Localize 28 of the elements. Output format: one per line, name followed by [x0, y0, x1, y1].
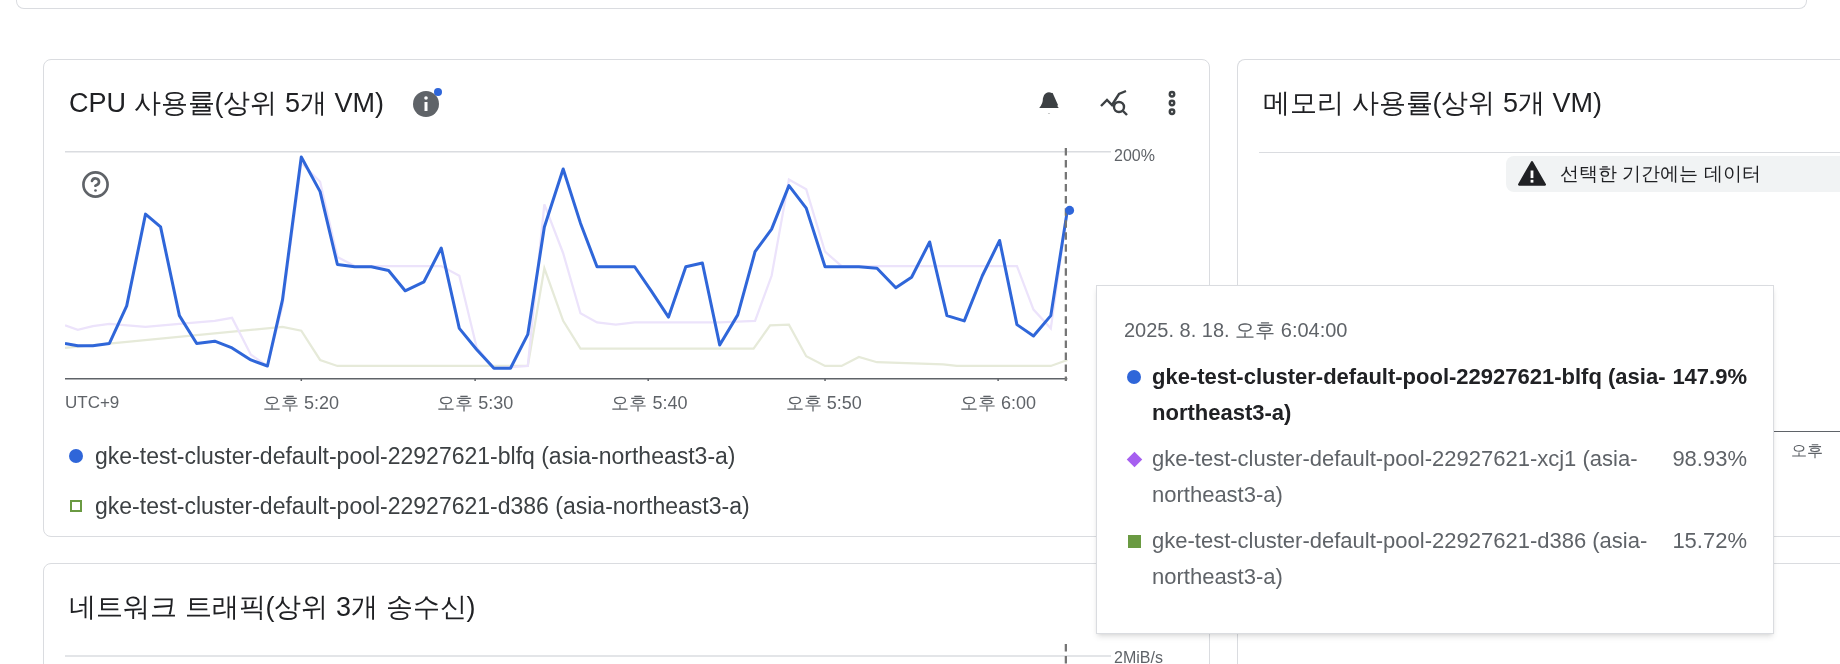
- axis-label: 오후 5:30: [437, 392, 514, 415]
- series-name: gke-test-cluster-default-pool-22927621-d386 (asia-northeast3-a): [1152, 527, 1649, 591]
- axis-label: UTC+9: [65, 392, 120, 414]
- axis-label: 오후 5:20: [263, 392, 339, 415]
- card-title: CPU 사용률(상위 5개 VM): [69, 87, 384, 120]
- axis-label: 오후 6:00: [960, 392, 1036, 415]
- axis-label: 오후: [1791, 441, 1823, 461]
- cursor-line: [1064, 644, 1067, 664]
- axis-label: 오후 5:50: [785, 392, 862, 415]
- series-value: 98.93%: [1672, 445, 1747, 473]
- tooltip-time: 2025. 8. 18. 오후 6:04:00: [1124, 318, 1349, 343]
- card-title: 메모리 사용률(상위 5개 VM): [1263, 87, 1602, 120]
- axis-label: 오후 5:40: [611, 392, 688, 415]
- warning-icon: [1518, 160, 1546, 188]
- data-point: [1065, 205, 1075, 215]
- legend-label: gke-test-cluster-default-pool-22927621-d386 (asia-northeast3-a): [95, 491, 750, 521]
- chart-search-icon[interactable]: [1099, 88, 1129, 118]
- notice-text: 선택한 기간에는 데이터: [1560, 161, 1761, 186]
- series-name: gke-test-cluster-default-pool-22927621-blfq (asia-northeast3-a): [1152, 363, 1667, 427]
- info-icon[interactable]: [412, 87, 444, 119]
- series-value: 147.9%: [1672, 363, 1747, 391]
- axis-label: 200%: [1114, 146, 1155, 166]
- series-value: 15.72%: [1672, 527, 1747, 555]
- series-name: gke-test-cluster-default-pool-22927621-xcj1 (asia-northeast3-a): [1152, 445, 1639, 509]
- legend-label: gke-test-cluster-default-pool-22927621-blfq (asia-northeast3-a): [95, 441, 736, 471]
- help-icon[interactable]: [81, 170, 110, 199]
- card-title: 네트워크 트래픽(상위 3개 송수신): [69, 591, 476, 624]
- axis-label: 2MiB/s: [1114, 648, 1163, 664]
